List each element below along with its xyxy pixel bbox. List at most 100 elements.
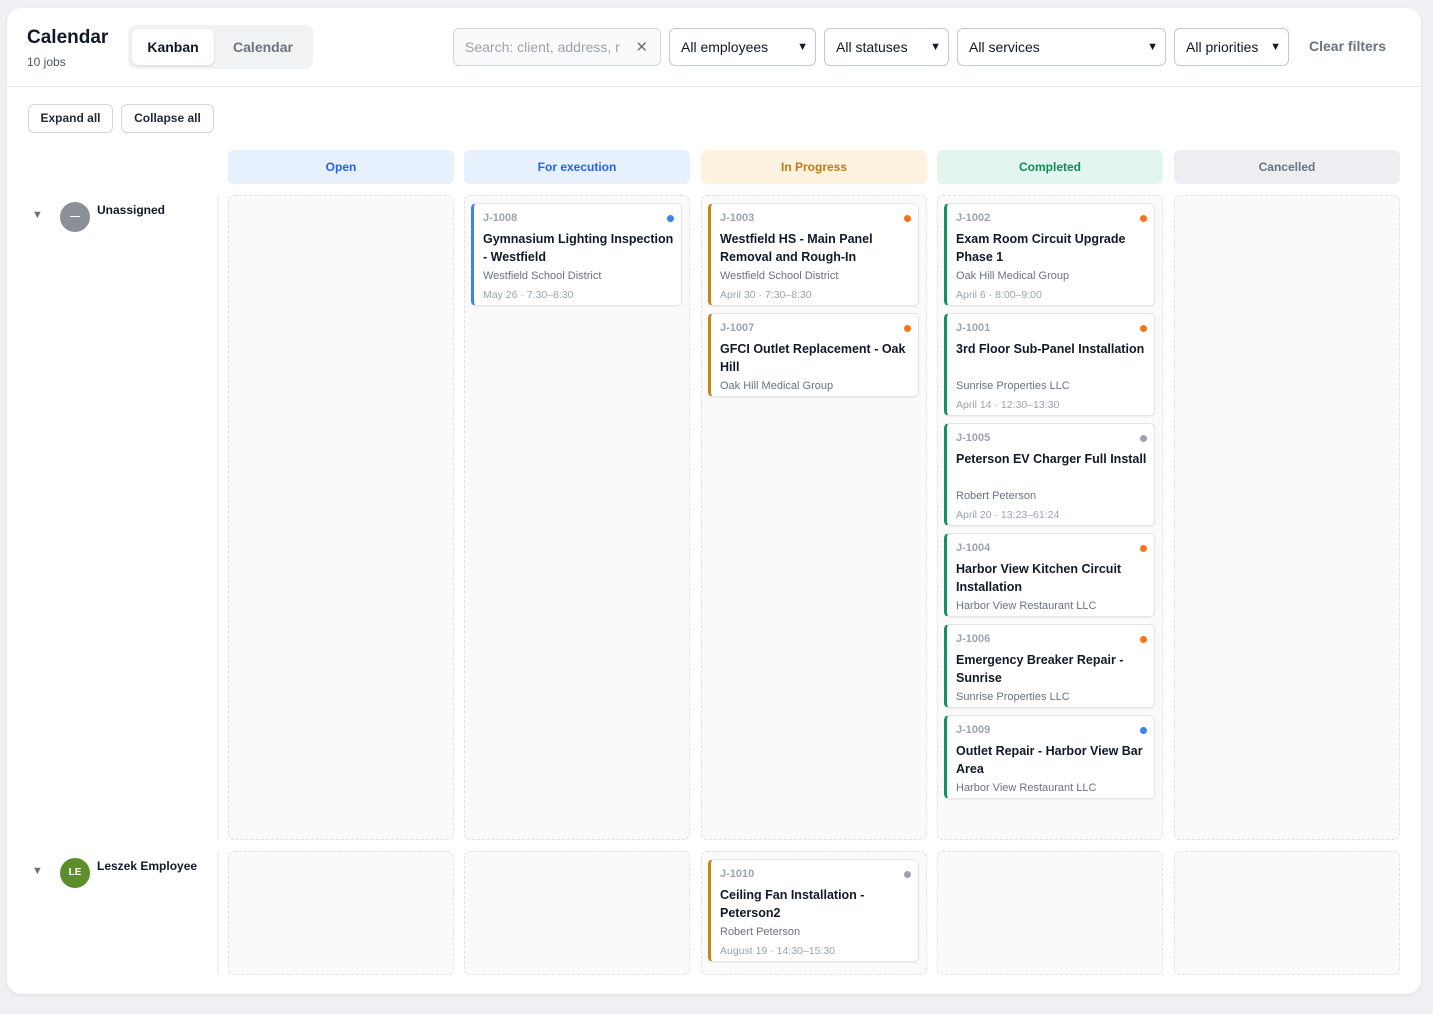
job-card[interactable]: J-1010 Ceiling Fan Installation - Peterso… [708,859,919,962]
collapse-all-button[interactable]: Collapse all [121,104,214,133]
priority-dot-icon [1140,215,1147,222]
avatar: LE [60,858,90,888]
priority-dot-icon [1140,545,1147,552]
status-filter-value: All statuses [836,39,908,55]
job-id: J-1003 [720,212,755,224]
page-title: Calendar [27,27,109,48]
chevron-down-icon[interactable]: ▼ [32,865,43,877]
job-client: Sunrise Properties LLC [956,380,1070,392]
chevron-down-icon: ▼ [930,41,941,53]
job-title: Exam Room Circuit Upgrade Phase 1 [956,232,1126,264]
job-title: Outlet Repair - Harbor View Bar Area [956,744,1143,776]
job-id: J-1008 [483,212,518,224]
lane-cancelled [1174,851,1400,975]
job-title: Westfield HS - Main Panel Removal and Ro… [720,232,873,264]
job-title: Emergency Breaker Repair - Sunrise [956,653,1124,685]
job-card[interactable]: J-1005 Peterson EV Charger Full Install Ro… [944,423,1155,526]
job-card[interactable]: J-1002 Exam Room Circuit Upgrade Phase 1 O… [944,203,1155,306]
job-card[interactable]: J-1003 Westfield HS - Main Panel Removal … [708,203,919,306]
view-toggle: Kanban Calendar [128,25,313,69]
job-card[interactable]: J-1006 Emergency Breaker Repair - Sunrise… [944,624,1155,708]
service-filter-value: All services [969,39,1040,55]
job-title: Ceiling Fan Installation - Peterson2 [720,888,865,920]
search-input[interactable] [455,30,620,64]
clear-filters-button[interactable]: Clear filters [1309,38,1386,54]
job-title: Peterson EV Charger Full Install [956,452,1147,466]
row-name: Leszek Employee [97,859,198,873]
chevron-down-icon: ▼ [1270,41,1281,53]
job-id: J-1001 [956,322,991,334]
job-title: Harbor View Kitchen Circuit Installation [956,562,1122,594]
job-schedule: April 14 · 12:30–13:30 [956,399,1060,411]
job-count: 10 jobs [27,55,66,69]
job-title: 3rd Floor Sub-Panel Installation [956,342,1145,356]
job-schedule: August 19 · 14:30–15:30 [720,945,836,957]
job-client: Oak Hill Medical Group [720,380,834,392]
priority-dot-icon [904,871,911,878]
lane-completed [937,851,1163,975]
column-header-open: Open [228,150,454,184]
priority-dot-icon [904,215,911,222]
job-id: J-1006 [956,633,991,645]
job-client: Westfield School District [720,270,839,282]
job-client: Harbor View Restaurant LLC [956,782,1097,794]
tab-kanban[interactable]: Kanban [132,29,214,65]
job-card[interactable]: J-1004 Harbor View Kitchen Circuit Instal… [944,533,1155,617]
avatar: — [60,202,90,232]
chevron-down-icon[interactable]: ▼ [32,209,43,221]
priority-dot-icon [667,215,674,222]
status-filter-select[interactable]: All statuses ▼ [824,28,949,66]
priority-dot-icon [1140,636,1147,643]
job-schedule: April 30 · 7:30–8:30 [720,289,812,301]
clear-search-icon[interactable]: ✕ [635,38,648,56]
job-client: Harbor View Restaurant LLC [956,600,1097,612]
job-card[interactable]: J-1007 GFCI Outlet Replacement - Oak Hill… [708,313,919,397]
job-schedule: May 26 · 7:30–8:30 [483,289,574,301]
column-header-completed: Completed [937,150,1163,184]
job-card[interactable]: J-1008 Gymnasium Lighting Inspection - We… [471,203,682,306]
chevron-down-icon: ▼ [1147,41,1158,53]
job-id: J-1002 [956,212,991,224]
job-client: Oak Hill Medical Group [956,270,1070,282]
job-id: J-1004 [956,542,991,554]
lane-for-execution [464,851,690,975]
priority-dot-icon [1140,727,1147,734]
expand-all-button[interactable]: Expand all [28,104,113,133]
top-bar: Calendar 10 jobs Kanban Calendar ✕ All e… [7,8,1421,87]
job-client: Westfield School District [483,270,602,282]
job-card[interactable]: J-1009 Outlet Repair - Harbor View Bar Ar… [944,715,1155,799]
row-header: ▼ LE Leszek Employee [27,851,219,975]
job-id: J-1007 [720,322,755,334]
job-client: Robert Peterson [956,490,1037,502]
job-client: Robert Peterson [720,926,801,938]
row-name: Unassigned [97,203,166,217]
job-schedule: April 20 · 13:23–61:24 [956,509,1060,521]
lane-open [228,195,454,840]
column-header-in-progress: In Progress [701,150,927,184]
job-id: J-1010 [720,868,755,880]
chevron-down-icon: ▼ [797,41,808,53]
column-header-cancelled: Cancelled [1174,150,1400,184]
lane-open [228,851,454,975]
board-panel: Calendar 10 jobs Kanban Calendar ✕ All e… [7,8,1421,994]
employee-filter-value: All employees [681,39,769,55]
job-title: GFCI Outlet Replacement - Oak Hill [720,342,906,374]
priority-filter-select[interactable]: All priorities ▼ [1174,28,1289,66]
lane-cancelled [1174,195,1400,840]
job-card[interactable]: J-1001 3rd Floor Sub-Panel Installation Su… [944,313,1155,416]
tab-calendar[interactable]: Calendar [220,29,306,65]
employee-filter-select[interactable]: All employees ▼ [669,28,816,66]
column-header-for-execution: For execution [464,150,690,184]
priority-filter-value: All priorities [1186,39,1259,55]
service-filter-select[interactable]: All services ▼ [957,28,1166,66]
search-box: ✕ [453,28,661,66]
priority-dot-icon [1140,325,1147,332]
priority-dot-icon [904,325,911,332]
job-client: Sunrise Properties LLC [956,691,1070,703]
priority-dot-icon [1140,435,1147,442]
job-id: J-1005 [956,432,991,444]
job-title: Gymnasium Lighting Inspection - Westfiel… [483,232,674,264]
job-schedule: April 6 · 8:00–9:00 [956,289,1042,301]
job-id: J-1009 [956,724,991,736]
row-header: ▼ — Unassigned [27,195,219,840]
